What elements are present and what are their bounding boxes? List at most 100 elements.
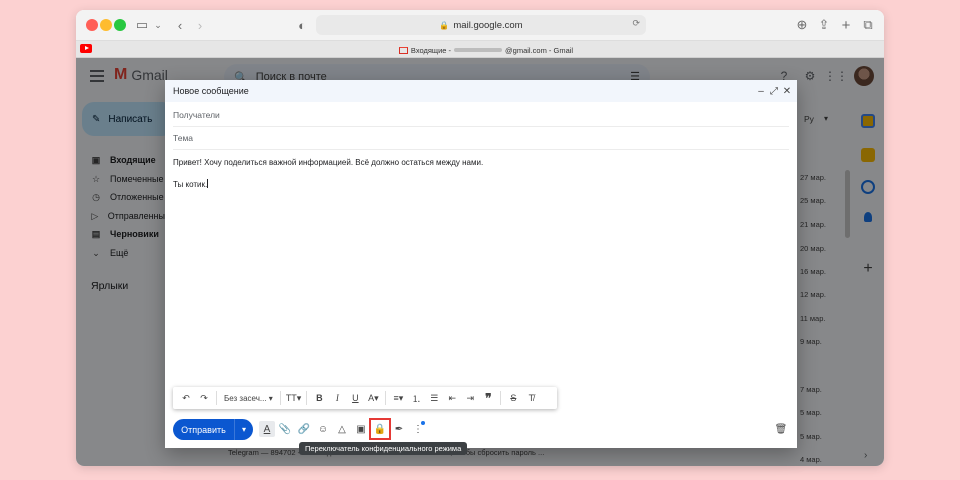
language-chip[interactable]: Ру xyxy=(804,114,814,124)
link-icon[interactable]: 🔗 xyxy=(296,421,312,437)
add-app-icon[interactable]: + xyxy=(861,261,875,277)
sidebar-item-snoozed[interactable]: ◷ Отложенные xyxy=(90,189,170,205)
drive-icon[interactable]: △ xyxy=(334,421,350,437)
sidebar-item-inbox[interactable]: ▣ Входящие xyxy=(90,152,170,168)
text-size-icon[interactable]: ТТ▾ xyxy=(284,389,304,407)
sidebar-item-label: Входящие xyxy=(110,155,156,165)
formatting-toolbar: ↶ ↷ Без засеч... ▾ ТТ▾ B I U A▾ ≡▾ ⒈ ☰ ⇤… xyxy=(173,387,557,409)
share-icon[interactable]: ⇪ xyxy=(814,15,834,35)
email-date: 7 мар. xyxy=(800,385,822,394)
bold-icon[interactable]: B xyxy=(310,389,328,407)
avatar[interactable] xyxy=(854,66,874,86)
sidebar-item-more[interactable]: ⌄ Ещё xyxy=(90,245,170,261)
photo-icon[interactable]: ▣ xyxy=(353,421,369,437)
email-date: 5 мар. xyxy=(800,408,822,417)
calendar-icon[interactable] xyxy=(861,114,875,128)
indent-less-icon[interactable]: ⇤ xyxy=(443,389,461,407)
email-date: 27 мар. xyxy=(800,173,827,182)
reload-icon[interactable]: ⟳ xyxy=(632,18,640,29)
tab-gmail[interactable]: Входящие - @gmail.com - Gmail xyxy=(376,44,596,56)
close-window-button[interactable] xyxy=(86,19,98,31)
sidebar-item-sent[interactable]: ▷ Отправленные xyxy=(90,208,170,224)
send-icon: ▷ xyxy=(91,210,99,221)
sidebar-item-drafts[interactable]: ▤ Черновики xyxy=(90,226,170,242)
chevron-down-icon[interactable]: ⌄ xyxy=(148,15,168,35)
clear-formatting-icon[interactable]: T̸ xyxy=(522,389,540,407)
email-date: 25 мар. xyxy=(800,196,827,205)
main-menu-icon[interactable] xyxy=(90,70,104,82)
star-icon: ☆ xyxy=(91,173,101,184)
compose-header: Новое сообщение – ⤢ ✕ xyxy=(165,80,797,102)
email-date: 11 мар. xyxy=(800,314,826,323)
maximize-window-button[interactable] xyxy=(114,19,126,31)
minimize-icon[interactable]: – xyxy=(755,85,767,97)
back-icon[interactable]: ‹ xyxy=(170,15,190,35)
attach-icon[interactable]: 📎 xyxy=(277,421,293,437)
formatting-options-icon[interactable]: A xyxy=(259,421,275,437)
address-bar[interactable]: 🔒 mail.google.com ⟳ xyxy=(316,15,646,35)
message-body[interactable]: Привет! Хочу поделиться важной информаци… xyxy=(173,157,773,201)
send-button-label: Отправить xyxy=(173,419,235,440)
recipients-field[interactable]: Получатели xyxy=(173,104,789,127)
tab-title-prefix: Входящие - xyxy=(410,45,452,55)
address-url: mail.google.com xyxy=(453,19,523,31)
new-tab-icon[interactable]: + xyxy=(836,15,856,35)
compose-button-label: Написать xyxy=(108,113,153,125)
apps-grid-icon[interactable]: ⋮⋮ xyxy=(824,68,848,84)
scrollbar[interactable] xyxy=(845,170,850,238)
blurred-email xyxy=(454,48,503,52)
sidebar-item-label: Черновики xyxy=(110,229,159,239)
shield-icon[interactable]: ◐ xyxy=(292,15,312,35)
text-color-icon[interactable]: A▾ xyxy=(364,389,382,407)
browser-titlebar: ▭ ⌄ ‹ › ◐ 🔒 mail.google.com ⟳ ⊕ ⇪ + ⧉ xyxy=(76,10,884,40)
draft-icon: ▤ xyxy=(91,228,101,239)
sidebar-item-starred[interactable]: ☆ Помеченные xyxy=(90,171,170,187)
tab-overview-icon[interactable]: ⧉ xyxy=(858,15,878,35)
align-icon[interactable]: ≡▾ xyxy=(389,389,407,407)
inbox-icon: ▣ xyxy=(91,154,101,165)
minimize-window-button[interactable] xyxy=(100,19,112,31)
undo-icon[interactable]: ↶ xyxy=(177,389,195,407)
forward-icon[interactable]: › xyxy=(190,15,210,35)
notification-dot xyxy=(421,421,425,425)
email-date: 20 мар. xyxy=(800,244,827,253)
fullscreen-icon[interactable]: ⤢ xyxy=(768,85,780,97)
youtube-tab-icon[interactable] xyxy=(80,44,92,53)
send-button[interactable]: Отправить ▾ xyxy=(173,419,253,440)
chevron-down-icon[interactable]: ▾ xyxy=(824,114,828,123)
sidebar-item-label: Отправленные xyxy=(107,211,170,221)
bulleted-list-icon[interactable]: ☰ xyxy=(425,389,443,407)
indent-more-icon[interactable]: ⇥ xyxy=(461,389,479,407)
font-select[interactable]: Без засеч... ▾ xyxy=(220,389,277,407)
numbered-list-icon[interactable]: ⒈ xyxy=(407,389,425,407)
recipients-placeholder: Получатели xyxy=(173,110,220,120)
gear-icon[interactable]: ⚙ xyxy=(802,68,818,84)
email-date: 21 мар. xyxy=(800,220,827,229)
compose-title: Новое сообщение xyxy=(173,86,249,96)
compose-button[interactable]: ✎ Написать xyxy=(82,102,174,136)
gmail-favicon-icon xyxy=(398,46,408,54)
schedule-send-dropdown-icon[interactable]: ▾ xyxy=(235,425,253,434)
download-icon[interactable]: ⊕ xyxy=(792,15,812,35)
underline-icon[interactable]: U xyxy=(346,389,364,407)
email-date: 4 мар. xyxy=(800,455,822,464)
signature-pen-icon[interactable]: ✒ xyxy=(391,421,407,437)
close-icon[interactable]: ✕ xyxy=(781,85,793,97)
trash-icon[interactable]: 🗑 xyxy=(773,421,789,437)
chevron-right-icon[interactable]: › xyxy=(864,450,867,461)
strikethrough-icon[interactable]: S xyxy=(504,389,522,407)
italic-icon[interactable]: I xyxy=(328,389,346,407)
quote-icon[interactable]: ❞ xyxy=(479,389,497,407)
gmail-logo[interactable]: M Gmail xyxy=(114,66,168,84)
redo-icon[interactable]: ↷ xyxy=(195,389,213,407)
tasks-icon[interactable] xyxy=(861,180,875,194)
clock-icon: ◷ xyxy=(92,191,100,202)
keep-icon[interactable] xyxy=(861,148,875,162)
font-select-label: Без засеч... xyxy=(224,393,267,403)
emoji-icon[interactable]: ☺ xyxy=(315,421,331,437)
body-line: Привет! Хочу поделиться важной информаци… xyxy=(173,158,484,167)
body-line: Ты котик. xyxy=(173,180,208,189)
subject-field[interactable]: Тема xyxy=(173,127,789,150)
contacts-icon[interactable] xyxy=(864,212,872,222)
tab-bar: Входящие - @gmail.com - Gmail xyxy=(76,40,884,58)
